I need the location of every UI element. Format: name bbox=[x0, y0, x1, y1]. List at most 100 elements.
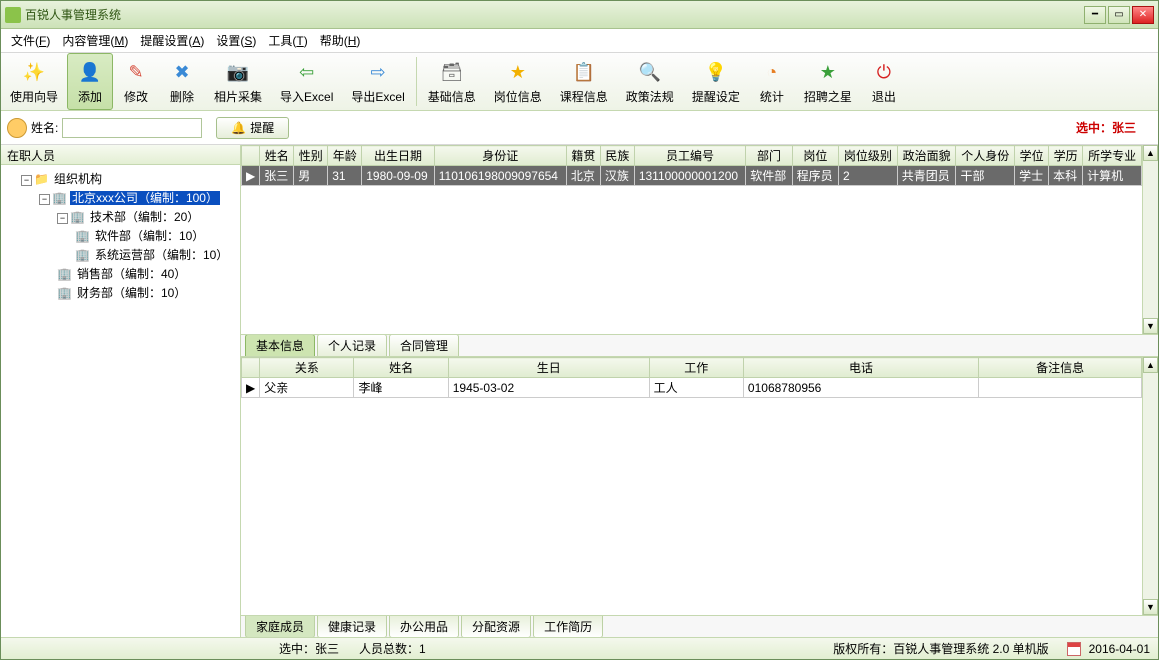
cell[interactable]: 1945-03-02 bbox=[448, 378, 649, 398]
cell[interactable]: 学士 bbox=[1015, 166, 1049, 186]
cell[interactable]: 干部 bbox=[956, 166, 1015, 186]
column-header[interactable]: 员工编号 bbox=[634, 146, 745, 166]
tab-分配资源[interactable]: 分配资源 bbox=[461, 616, 531, 638]
cell[interactable]: 张三 bbox=[260, 166, 294, 186]
employee-grid[interactable]: 姓名性别年龄出生日期身份证籍贯民族员工编号部门岗位岗位级别政治面貌个人身份学位学… bbox=[241, 145, 1142, 186]
toolbar-board-button[interactable]: 📋课程信息 bbox=[551, 53, 617, 110]
name-input[interactable] bbox=[62, 118, 202, 138]
cell[interactable]: 父亲 bbox=[260, 378, 354, 398]
scroll-track[interactable] bbox=[1143, 161, 1158, 318]
menu-item[interactable]: 内容管理(M) bbox=[56, 30, 134, 51]
column-header[interactable]: 政治面貌 bbox=[897, 146, 956, 166]
column-header[interactable]: 姓名 bbox=[260, 146, 294, 166]
toolbar-star-button[interactable]: ★岗位信息 bbox=[485, 53, 551, 110]
cell[interactable]: 软件部 bbox=[746, 166, 792, 186]
toolbar-user-edit-button[interactable]: ✎修改 bbox=[113, 53, 159, 110]
tree-tech[interactable]: −🏢技术部（编制：20） bbox=[3, 207, 238, 226]
column-header[interactable]: 性别 bbox=[294, 146, 328, 166]
expand-icon[interactable]: − bbox=[39, 194, 50, 205]
column-header[interactable]: 备注信息 bbox=[979, 358, 1142, 378]
toolbar-pie-button[interactable]: ◔统计 bbox=[749, 53, 795, 110]
tab-健康记录[interactable]: 健康记录 bbox=[317, 616, 387, 638]
cell[interactable]: 李峰 bbox=[354, 378, 448, 398]
column-header[interactable]: 出生日期 bbox=[362, 146, 435, 166]
cell[interactable]: 男 bbox=[294, 166, 328, 186]
toolbar-user-delete-button[interactable]: ✖删除 bbox=[159, 53, 205, 110]
column-header[interactable]: 岗位级别 bbox=[839, 146, 898, 166]
minimize-button[interactable]: ━ bbox=[1084, 6, 1106, 24]
scroll-up-icon[interactable]: ▲ bbox=[1143, 357, 1158, 373]
tree-company[interactable]: −🏢北京xxx公司（编制：100） bbox=[3, 188, 238, 207]
column-header[interactable]: 身份证 bbox=[434, 146, 566, 166]
cell[interactable]: 110106198009097654 bbox=[434, 166, 566, 186]
column-header[interactable]: 关系 bbox=[260, 358, 354, 378]
tree-sales[interactable]: 🏢销售部（编制：40） bbox=[3, 264, 238, 283]
column-header[interactable]: 部门 bbox=[746, 146, 792, 166]
toolbar-import-button[interactable]: ⇦导入Excel bbox=[271, 53, 342, 110]
close-button[interactable]: ✕ bbox=[1132, 6, 1154, 24]
toolbar-user-add-button[interactable]: 👤添加 bbox=[67, 53, 113, 110]
cell[interactable]: 2 bbox=[839, 166, 898, 186]
toolbar-greenstar-button[interactable]: ★招聘之星 bbox=[795, 53, 861, 110]
expand-icon[interactable]: − bbox=[57, 213, 68, 224]
column-header[interactable]: 所学专业 bbox=[1083, 146, 1142, 166]
cell[interactable]: 1980-09-09 bbox=[362, 166, 435, 186]
vertical-scrollbar[interactable]: ▲ ▼ bbox=[1142, 357, 1158, 615]
cell[interactable]: 共青团员 bbox=[897, 166, 956, 186]
tree-soft[interactable]: 🏢软件部（编制：10） bbox=[3, 226, 238, 245]
scroll-up-icon[interactable]: ▲ bbox=[1143, 145, 1158, 161]
toolbar-export-button[interactable]: ⇨导出Excel bbox=[342, 53, 413, 110]
column-header[interactable]: 姓名 bbox=[354, 358, 448, 378]
cell[interactable]: 汉族 bbox=[600, 166, 634, 186]
org-tree[interactable]: −📁组织机构 −🏢北京xxx公司（编制：100） −🏢技术部（编制：20） 🏢软… bbox=[1, 165, 240, 637]
tab-办公用品[interactable]: 办公用品 bbox=[389, 616, 459, 638]
column-header[interactable]: 民族 bbox=[600, 146, 634, 166]
toolbar-wand-button[interactable]: ✨使用向导 bbox=[1, 53, 67, 110]
menu-item[interactable]: 设置(S) bbox=[210, 30, 262, 51]
column-header[interactable]: 工作 bbox=[649, 358, 743, 378]
column-header[interactable]: 学位 bbox=[1015, 146, 1049, 166]
tab-家庭成员[interactable]: 家庭成员 bbox=[245, 616, 315, 638]
remind-button[interactable]: 🔔 提醒 bbox=[216, 117, 289, 139]
cell[interactable]: 程序员 bbox=[792, 166, 838, 186]
menu-item[interactable]: 文件(F) bbox=[5, 30, 56, 51]
toolbar-power-button[interactable]: ⏻退出 bbox=[861, 53, 907, 110]
vertical-scrollbar[interactable]: ▲ ▼ bbox=[1142, 145, 1158, 334]
scroll-down-icon[interactable]: ▼ bbox=[1143, 318, 1158, 334]
cell[interactable]: 北京 bbox=[566, 166, 600, 186]
column-header[interactable]: 学历 bbox=[1049, 146, 1083, 166]
tree-root[interactable]: −📁组织机构 bbox=[3, 169, 238, 188]
maximize-button[interactable]: ▭ bbox=[1108, 6, 1130, 24]
tab-个人记录[interactable]: 个人记录 bbox=[317, 334, 387, 356]
toolbar-camera-button[interactable]: 📷相片采集 bbox=[205, 53, 271, 110]
cell[interactable] bbox=[979, 378, 1142, 398]
scroll-down-icon[interactable]: ▼ bbox=[1143, 599, 1158, 615]
toolbar-bulb-button[interactable]: 💡提醒设定 bbox=[683, 53, 749, 110]
expand-icon[interactable]: − bbox=[21, 175, 32, 186]
cell[interactable]: 计算机 bbox=[1083, 166, 1142, 186]
column-header[interactable]: 年龄 bbox=[328, 146, 362, 166]
cell[interactable]: 01068780956 bbox=[743, 378, 978, 398]
column-header[interactable]: 籍贯 bbox=[566, 146, 600, 166]
cell[interactable]: 本科 bbox=[1049, 166, 1083, 186]
tab-基本信息[interactable]: 基本信息 bbox=[245, 334, 315, 356]
tree-finance[interactable]: 🏢财务部（编制：10） bbox=[3, 283, 238, 302]
menu-item[interactable]: 帮助(H) bbox=[314, 30, 367, 51]
tree-ops[interactable]: 🏢系统运营部（编制：10） bbox=[3, 245, 238, 264]
column-header[interactable]: 生日 bbox=[448, 358, 649, 378]
cell[interactable]: 工人 bbox=[649, 378, 743, 398]
tab-合同管理[interactable]: 合同管理 bbox=[389, 334, 459, 356]
menu-item[interactable]: 工具(T) bbox=[262, 30, 313, 51]
toolbar-db-button[interactable]: 🗃基础信息 bbox=[419, 53, 485, 110]
scroll-track[interactable] bbox=[1143, 373, 1158, 599]
column-header[interactable]: 电话 bbox=[743, 358, 978, 378]
cell[interactable]: 31 bbox=[328, 166, 362, 186]
table-row[interactable]: ▶张三男311980-09-09110106198009097654北京汉族13… bbox=[242, 166, 1142, 186]
column-header[interactable]: 岗位 bbox=[792, 146, 838, 166]
menu-item[interactable]: 提醒设置(A) bbox=[134, 30, 210, 51]
tab-工作简历[interactable]: 工作简历 bbox=[533, 616, 603, 638]
cell[interactable]: 131100000001200 bbox=[634, 166, 745, 186]
detail-grid[interactable]: 关系姓名生日工作电话备注信息▶父亲李峰1945-03-02工人010687809… bbox=[241, 357, 1142, 398]
table-row[interactable]: ▶父亲李峰1945-03-02工人01068780956 bbox=[242, 378, 1142, 398]
toolbar-search-button[interactable]: 🔍政策法规 bbox=[617, 53, 683, 110]
